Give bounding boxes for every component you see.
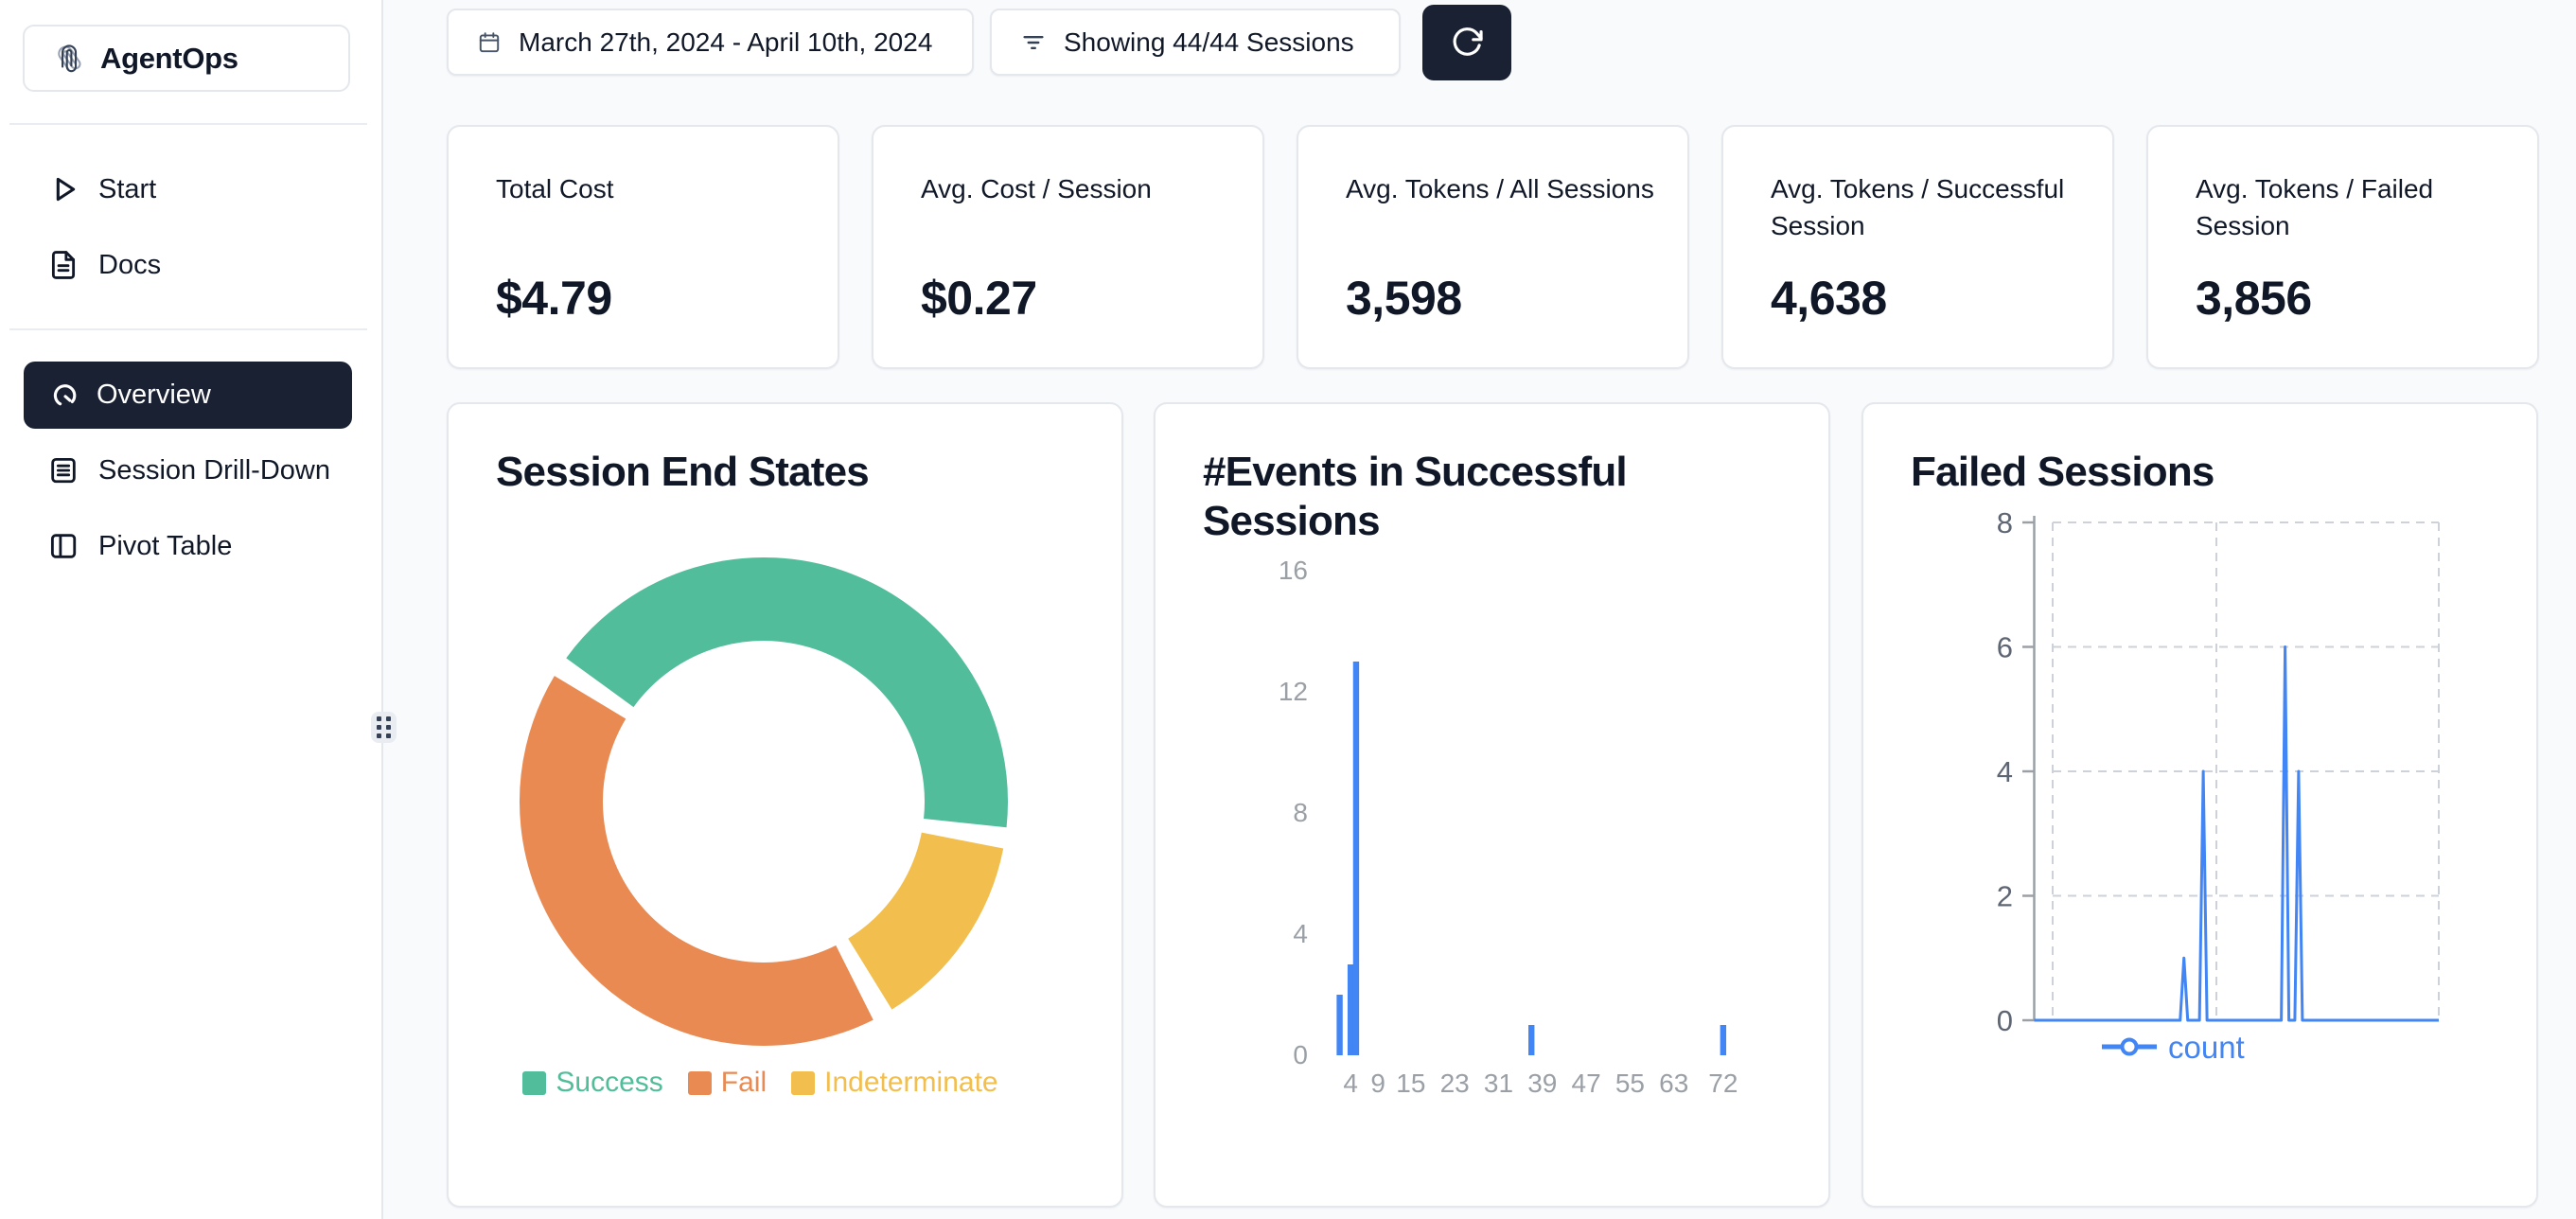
donut-segment-success (600, 599, 966, 823)
refresh-icon (1449, 25, 1485, 61)
sidebar-item-label: Pivot Table (98, 531, 232, 562)
sessions-filter-label: Showing 44/44 Sessions (1064, 27, 1354, 58)
legend-label: Indeterminate (824, 1067, 997, 1099)
sidebar-item-label: Start (98, 174, 156, 205)
legend-swatch (791, 1071, 815, 1095)
sidebar-item-session-drill-down[interactable]: Session Drill-Down (0, 442, 383, 499)
grip-dots-icon (377, 716, 391, 738)
chart-card-session-end-states: Session End States Success Fail Indetermin… (447, 402, 1123, 1208)
bar (1720, 1025, 1726, 1055)
legend-item-indeterminate[interactable]: Indeterminate (791, 1067, 997, 1099)
x-axis-tick-label: 39 (1527, 1069, 1557, 1098)
stat-card-total-cost: Total Cost $4.79 (447, 125, 839, 369)
main-content: March 27th, 2024 - April 10th, 2024 Show… (383, 0, 2576, 1219)
stat-card-avg-cost-session: Avg. Cost / Session $0.27 (872, 125, 1264, 369)
y-axis-tick-label: 16 (1279, 556, 1308, 585)
sidebar-item-start[interactable]: Start (0, 161, 383, 218)
stat-label: Avg. Tokens / All Sessions (1346, 170, 1659, 207)
legend-label: Success (556, 1067, 662, 1099)
agentops-dashboard: AgentOps Start Docs (0, 0, 2576, 1219)
list-icon (47, 454, 79, 486)
sidebar-item-label: Docs (98, 250, 161, 281)
y-axis-tick-label: 12 (1279, 677, 1308, 706)
sidebar-item-label: Overview (97, 380, 211, 411)
filter-lines-icon (1020, 29, 1047, 56)
sidebar-resize-handle[interactable] (371, 712, 397, 743)
legend-item-success[interactable]: Success (522, 1067, 662, 1099)
paperclip-logo-icon (53, 43, 85, 75)
logo-label: AgentOps (100, 42, 238, 76)
sessions-filter-button[interactable]: Showing 44/44 Sessions (990, 9, 1401, 76)
x-axis-tick-label: 47 (1572, 1069, 1601, 1098)
stat-value: 3,598 (1346, 271, 1462, 326)
bar (1336, 995, 1342, 1055)
x-axis-tick-label: 9 (1370, 1069, 1385, 1098)
y-axis-tick-label: 8 (1293, 798, 1308, 827)
chart-title: Failed Sessions (1911, 448, 2214, 497)
stat-value: $0.27 (921, 271, 1037, 326)
legend-swatch (522, 1071, 546, 1095)
document-icon (47, 249, 79, 281)
stat-label: Avg. Tokens / Successful Session (1771, 170, 2084, 244)
logo[interactable]: AgentOps (23, 25, 350, 92)
sidebar-item-docs[interactable]: Docs (0, 237, 383, 293)
stat-card-avg-tokens-successful: Avg. Tokens / Successful Session 4,638 (1721, 125, 2114, 369)
y-axis-tick-label: 8 (1997, 506, 2013, 539)
refresh-button[interactable] (1422, 5, 1511, 80)
legend-label: Fail (721, 1067, 767, 1099)
y-axis-tick-label: 4 (1293, 919, 1308, 948)
stat-value: 4,638 (1771, 271, 1887, 326)
stat-label: Avg. Tokens / Failed Session (2196, 170, 2509, 244)
date-range-label: March 27th, 2024 - April 10th, 2024 (519, 27, 932, 58)
chart-title: Session End States (496, 448, 869, 497)
stat-label: Total Cost (496, 170, 809, 207)
x-axis-tick-label: 4 (1343, 1069, 1358, 1098)
x-axis-tick-label: 31 (1484, 1069, 1513, 1098)
y-axis-tick-label: 0 (1997, 1004, 2013, 1037)
sidebar-divider (9, 328, 367, 330)
gauge-icon (49, 380, 81, 412)
bar (1353, 662, 1359, 1055)
stat-card-avg-tokens-all: Avg. Tokens / All Sessions 3,598 (1297, 125, 1689, 369)
columns-icon (47, 530, 79, 562)
legend-count[interactable]: count (2102, 1030, 2245, 1065)
date-range-button[interactable]: March 27th, 2024 - April 10th, 2024 (447, 9, 974, 76)
stat-value: $4.79 (496, 271, 612, 326)
sidebar-divider (9, 123, 367, 125)
chart-card-failed-sessions: Failed Sessions 0 2 4 6 8 count (1861, 402, 2538, 1208)
sidebar-item-overview[interactable]: Overview (24, 362, 352, 429)
stat-card-avg-tokens-failed: Avg. Tokens / Failed Session 3,856 (2146, 125, 2539, 369)
calendar-icon (477, 30, 502, 55)
x-axis-tick-label: 23 (1440, 1069, 1470, 1098)
sidebar-item-pivot-table[interactable]: Pivot Table (0, 518, 383, 574)
y-axis-tick-label: 6 (1997, 631, 2013, 664)
failed-sessions-line-chart: 0 2 4 6 8 count (1863, 404, 2540, 1210)
legend-marker-circle (2123, 1040, 2137, 1054)
donut-segment-fail (561, 698, 855, 1004)
stat-label: Avg. Cost / Session (921, 170, 1234, 207)
bar (1528, 1025, 1534, 1055)
sidebar: AgentOps Start Docs (0, 0, 383, 1219)
chart-card-events-successful: #Events in Successful Sessions 161284049… (1154, 402, 1830, 1208)
y-axis-tick-label: 0 (1293, 1040, 1308, 1069)
y-axis-tick-label: 2 (1997, 880, 2013, 913)
stat-value: 3,856 (2196, 271, 2312, 326)
chart-title: #Events in Successful Sessions (1203, 448, 1747, 546)
x-axis-tick-label: 63 (1659, 1069, 1688, 1098)
bar (1348, 964, 1353, 1055)
donut-segment-indeterminate (870, 840, 962, 974)
legend-swatch (688, 1071, 712, 1095)
legend-label: count (2168, 1030, 2245, 1065)
x-axis-tick-label: 72 (1708, 1069, 1738, 1098)
legend-item-fail[interactable]: Fail (688, 1067, 767, 1099)
y-axis-tick-label: 4 (1997, 755, 2013, 788)
count-series-line (2035, 647, 2440, 1021)
sidebar-item-label: Session Drill-Down (98, 455, 330, 486)
play-icon (47, 173, 79, 205)
x-axis-tick-label: 55 (1615, 1069, 1645, 1098)
donut-legend: Success Fail Indeterminate (424, 1067, 1097, 1099)
x-axis-tick-label: 15 (1396, 1069, 1425, 1098)
